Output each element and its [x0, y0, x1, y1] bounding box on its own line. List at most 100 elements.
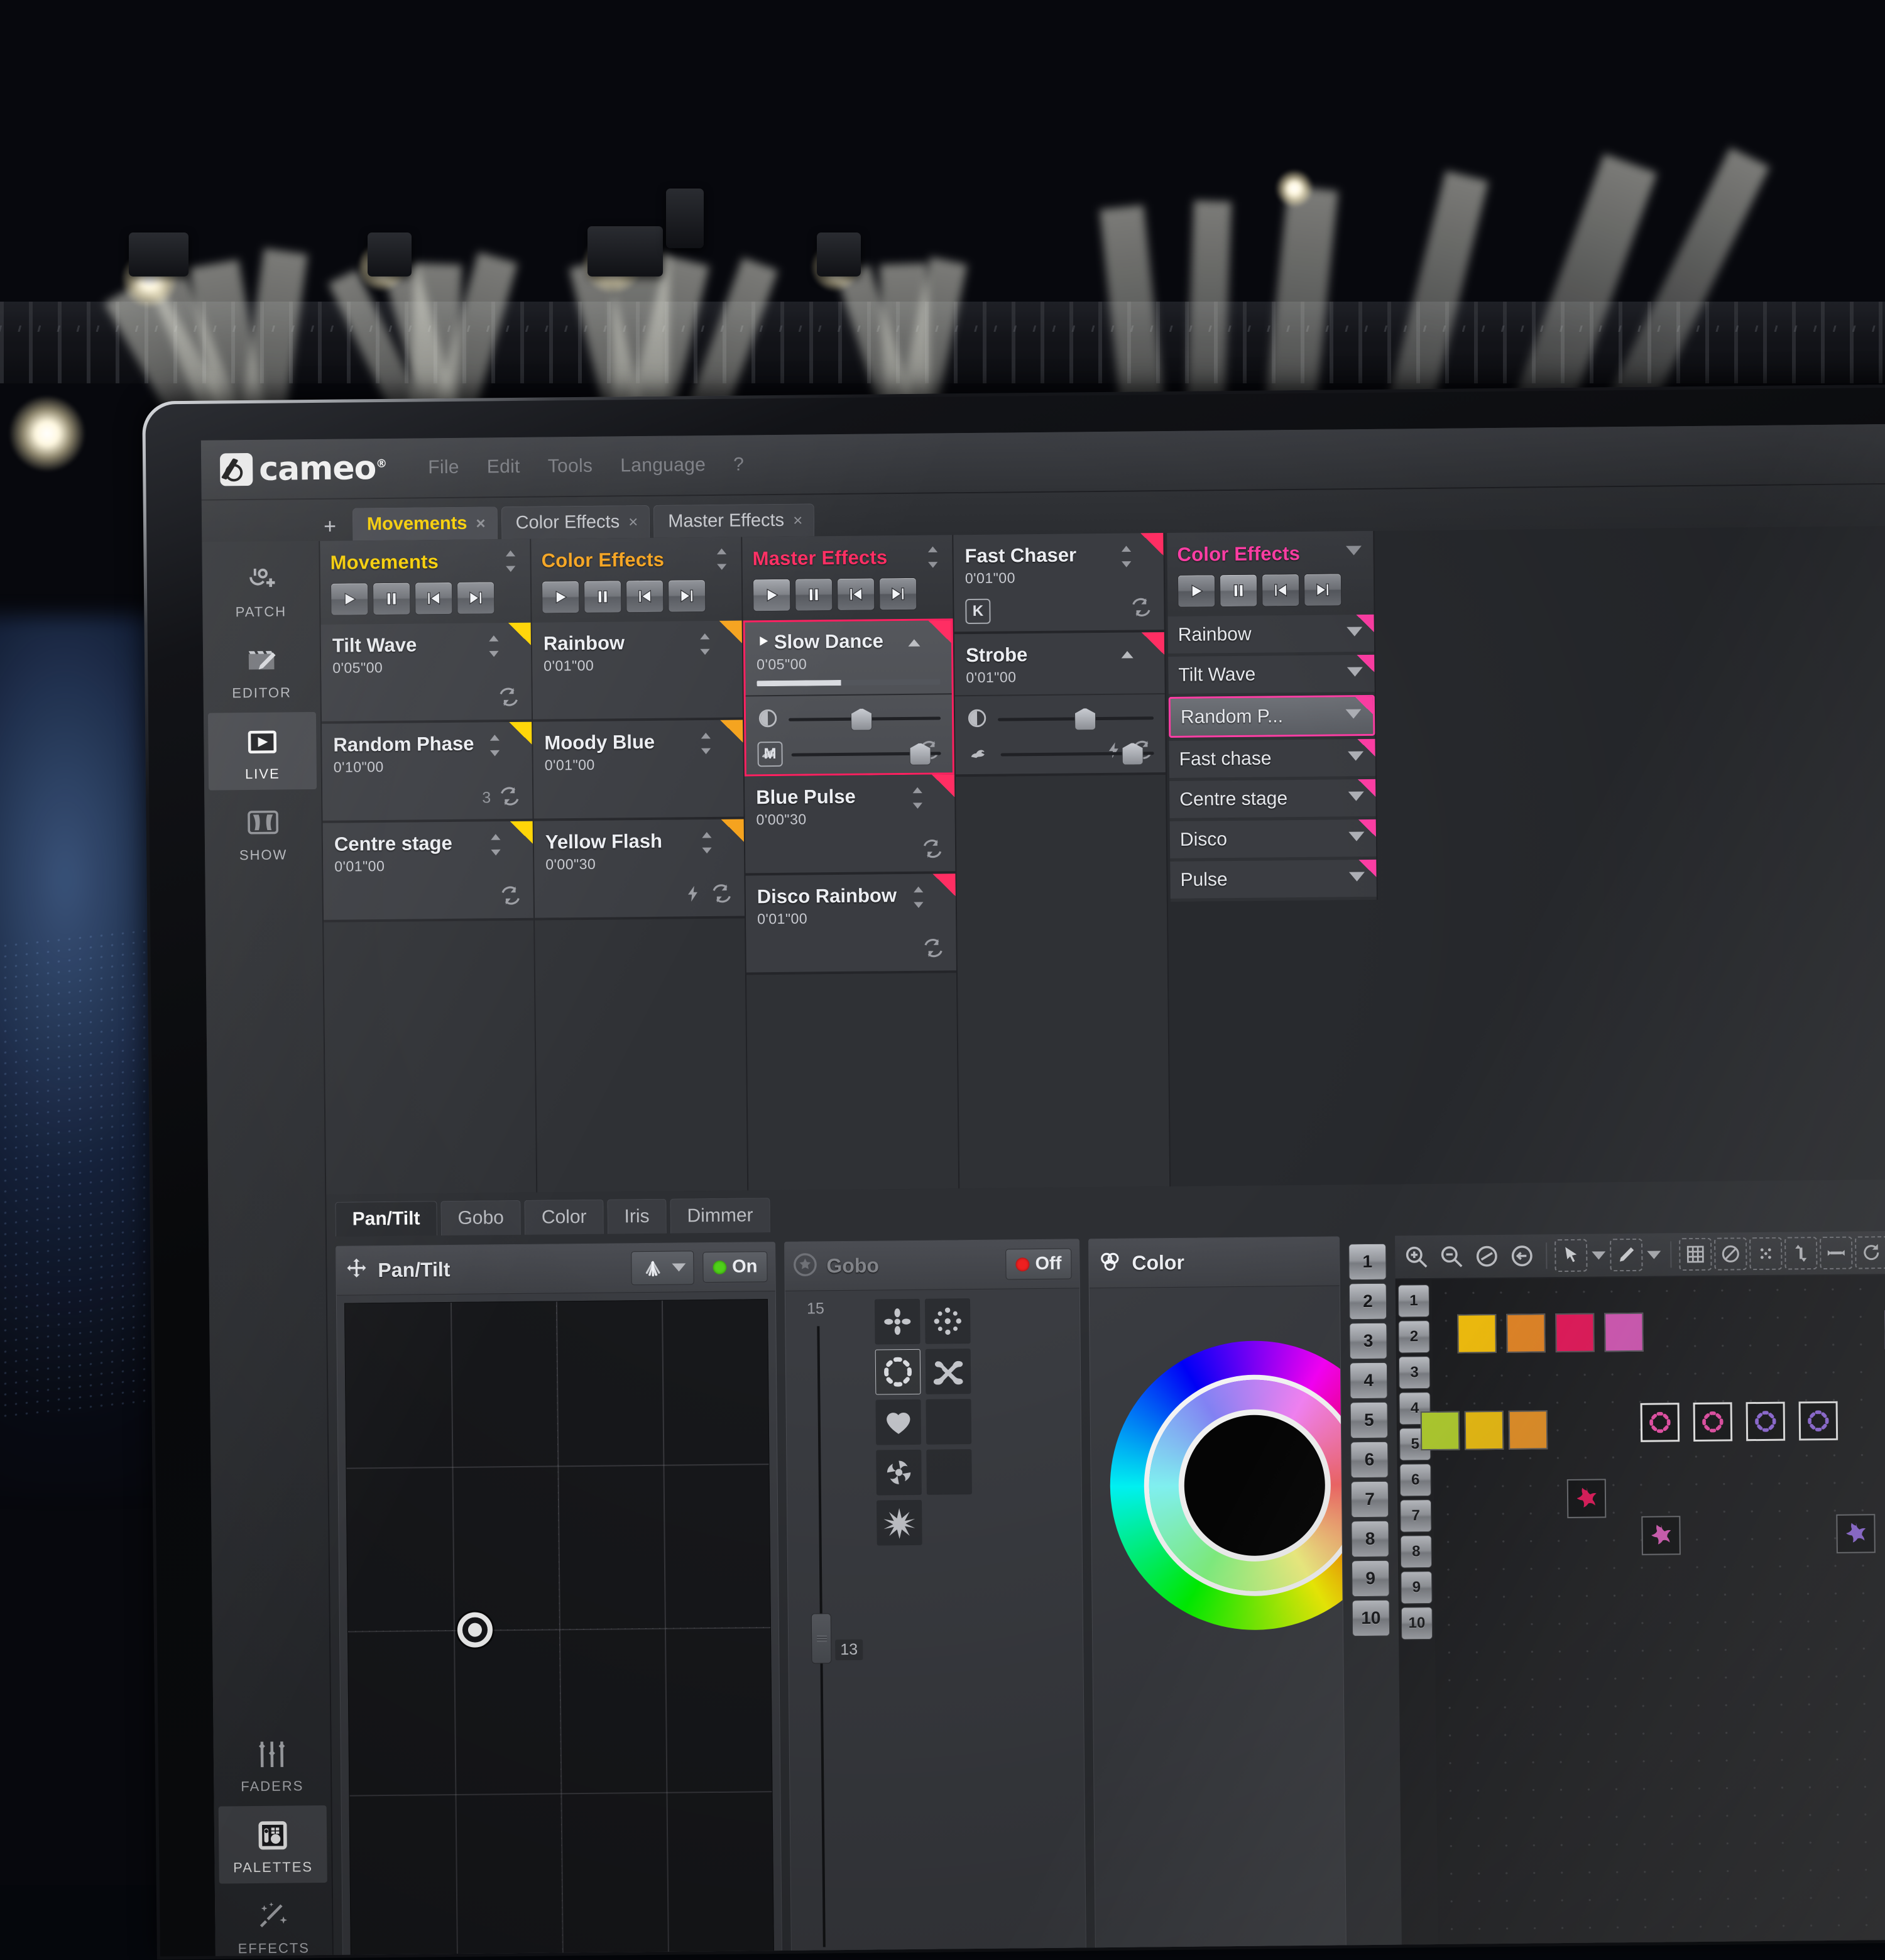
dimmer-slider-track[interactable] [789, 716, 941, 721]
fixture-button-7[interactable]: 7 [1350, 1481, 1389, 1518]
tab-close-icon[interactable]: × [628, 512, 638, 532]
column-spinner-icon[interactable] [712, 547, 731, 571]
select-arrow-icon[interactable] [1554, 1239, 1588, 1273]
grid-icon[interactable] [1679, 1237, 1712, 1271]
color-wheel-body[interactable] [1090, 1286, 1347, 1956]
canvas-color-swatch[interactable] [1506, 1313, 1546, 1353]
canvas-gobo-pattern[interactable] [1640, 1403, 1680, 1442]
sidebar-item-palettes[interactable]: PALETTES [218, 1805, 327, 1884]
cue-spinner-icon[interactable] [1117, 544, 1135, 568]
canvas-row-button-2[interactable]: 2 [1398, 1320, 1430, 1354]
rotate-icon[interactable] [1855, 1236, 1885, 1269]
canvas-row-button-1[interactable]: 1 [1397, 1284, 1430, 1318]
transport-pause-button[interactable] [1219, 574, 1258, 608]
cue-loop-icon[interactable] [920, 836, 945, 863]
zoom-in-icon[interactable] [1400, 1240, 1433, 1273]
pantilt-xy-pad[interactable] [344, 1299, 774, 1957]
fixture-button-10[interactable]: 10 [1352, 1599, 1391, 1637]
cue-item[interactable]: Slow Dance 0'05"00 M [743, 618, 954, 777]
cue-item[interactable]: Random Phase 0'10"00 3 [322, 721, 533, 823]
canvas-row-button-8[interactable]: 8 [1400, 1535, 1433, 1569]
tab-master-effects[interactable]: Master Effects × [653, 503, 815, 538]
cue-badge-m[interactable]: M [757, 741, 783, 767]
zoom-fit-icon[interactable] [1470, 1240, 1503, 1273]
gobo-pattern-6[interactable] [926, 1399, 972, 1445]
compact-list-item[interactable]: Pulse [1170, 859, 1377, 899]
fixture-button-3[interactable]: 3 [1349, 1322, 1387, 1360]
cue-item[interactable]: Fast Chaser 0'01"00 K [953, 533, 1164, 635]
cue-spinner-icon[interactable] [909, 885, 928, 909]
cue-loop-icon[interactable] [921, 936, 946, 963]
canvas-gobo-pattern[interactable] [1746, 1401, 1786, 1442]
gobo-pattern-4[interactable] [925, 1349, 971, 1394]
cue-item[interactable]: Disco Rainbow 0'01"00 [745, 873, 956, 975]
canvas-color-swatch[interactable] [1604, 1312, 1644, 1352]
tab-color-effects[interactable]: Color Effects × [501, 505, 650, 540]
speed-slider-track[interactable] [1000, 752, 1154, 756]
canvas-color-swatch[interactable] [1508, 1410, 1548, 1450]
canvas-row-button-7[interactable]: 7 [1400, 1499, 1432, 1533]
cue-loop-icon[interactable] [709, 882, 735, 909]
gobo-pattern-8[interactable] [926, 1449, 972, 1495]
fixture-button-8[interactable]: 8 [1351, 1520, 1389, 1558]
sidebar-item-faders[interactable]: FADERS [217, 1724, 326, 1803]
sidebar-item-patch[interactable]: PATCH [206, 550, 315, 628]
cue-spinner-icon[interactable] [484, 634, 503, 658]
no-entry-icon[interactable] [1714, 1237, 1747, 1271]
transport-pause-button[interactable] [794, 578, 833, 611]
canvas-color-swatch[interactable] [1457, 1314, 1497, 1354]
canvas-star-pattern[interactable] [1836, 1514, 1876, 1553]
gobo-pattern-3[interactable] [875, 1349, 921, 1395]
dimmer-slider-knob[interactable] [851, 708, 872, 731]
zoom-back-icon[interactable] [1505, 1239, 1538, 1272]
cue-badge-k[interactable]: K [965, 598, 991, 625]
canvas-star-pattern[interactable] [1641, 1516, 1681, 1555]
transport-next-button[interactable] [878, 577, 917, 611]
cue-spinner-icon[interactable] [696, 632, 714, 656]
sidebar-item-show[interactable]: SHOW [209, 793, 317, 872]
canvas-color-swatch[interactable] [1464, 1410, 1504, 1450]
menu-item-[interactable]: ? [719, 454, 758, 476]
cue-spinner-icon[interactable] [486, 833, 505, 857]
flip-horizontal-icon[interactable] [1820, 1236, 1853, 1270]
fixture-button-4[interactable]: 4 [1349, 1362, 1388, 1399]
transport-prev-button[interactable] [836, 578, 875, 611]
chevron-down-icon[interactable] [1592, 1251, 1606, 1260]
tab-close-icon[interactable]: × [476, 513, 485, 533]
menu-item-file[interactable]: File [414, 457, 473, 479]
pantilt-cursor-handle[interactable] [457, 1612, 493, 1648]
gobo-pattern-5[interactable] [875, 1399, 922, 1445]
cue-item[interactable]: Yellow Flash 0'00"30 [533, 819, 745, 921]
cue-collapse-caret[interactable] [1118, 643, 1137, 667]
palette-tab-color[interactable]: Color [524, 1199, 604, 1235]
transport-pause-button[interactable] [583, 580, 622, 613]
column-spinner-icon[interactable] [501, 549, 520, 573]
transport-play-button[interactable] [752, 578, 791, 612]
color-wheel-hub[interactable] [1183, 1414, 1326, 1557]
zoom-out-icon[interactable] [1435, 1240, 1468, 1273]
canvas-star-pattern[interactable] [1566, 1479, 1607, 1518]
dimmer-slider-knob[interactable] [1074, 708, 1096, 730]
chevron-down-icon[interactable] [1647, 1251, 1661, 1259]
column-spinner-icon[interactable] [923, 545, 942, 569]
compact-list-item[interactable]: Tilt Wave [1168, 654, 1375, 694]
palette-tab-gobo[interactable]: Gobo [440, 1200, 522, 1235]
cue-collapse-caret[interactable] [905, 632, 924, 656]
canvas-row-button-6[interactable]: 6 [1399, 1464, 1431, 1497]
sidebar-item-editor[interactable]: EDITOR [207, 631, 316, 709]
canvas-row-button-10[interactable]: 10 [1401, 1607, 1433, 1640]
cue-item[interactable]: Rainbow 0'01"00 [532, 620, 743, 722]
cue-loop-icon[interactable] [1128, 595, 1154, 622]
gobo-pattern-2[interactable] [924, 1298, 971, 1344]
compact-list-item[interactable]: Fast chase [1169, 738, 1375, 778]
palette-tab-dimmer[interactable]: Dimmer [670, 1197, 770, 1234]
cue-spinner-icon[interactable] [485, 733, 504, 757]
cue-item[interactable]: Blue Pulse 0'00"30 [744, 774, 956, 876]
pantilt-onoff-toggle[interactable]: On [702, 1251, 768, 1283]
compact-list-item[interactable]: Centre stage [1169, 779, 1376, 818]
dotted-square-icon[interactable] [1749, 1237, 1783, 1271]
palette-tab-iris[interactable]: Iris [607, 1198, 667, 1234]
add-tab-button[interactable]: + [320, 515, 349, 540]
menu-item-tools[interactable]: Tools [534, 456, 607, 478]
transport-play-button[interactable] [330, 583, 369, 616]
